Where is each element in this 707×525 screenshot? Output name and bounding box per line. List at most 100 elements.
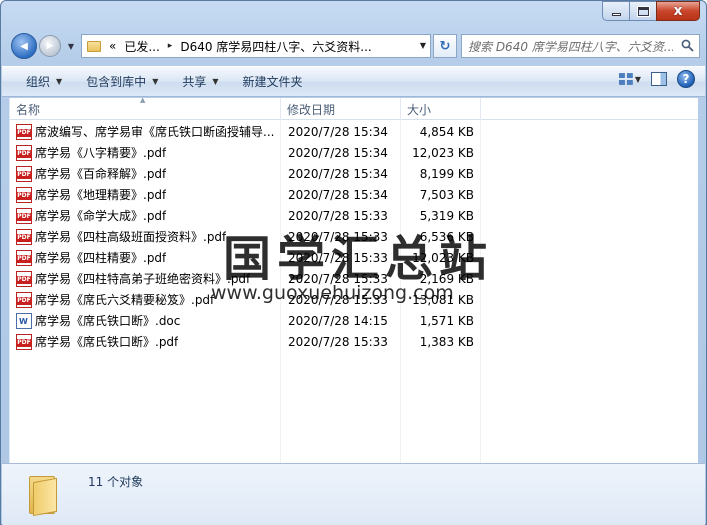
file-date: 2020/7/28 15:34 [288, 166, 388, 181]
file-date: 2020/7/28 15:33 [288, 271, 388, 286]
file-name-cell: 席学易《百命释解》.pdf [10, 165, 280, 182]
pdf-file-icon [16, 165, 32, 182]
file-name-cell: 席学易《席氏铁口断》.pdf [10, 333, 280, 350]
file-size: 1,383 KB [419, 334, 474, 349]
file-date: 2020/7/28 15:34 [288, 124, 388, 139]
refresh-button[interactable]: ↻ [433, 34, 457, 58]
recent-pages-button[interactable]: ▼ [65, 40, 77, 52]
file-name-cell: 席波编写、席学易审《席氏铁口断函授辅导... [10, 123, 280, 140]
file-date: 2020/7/28 15:33 [288, 334, 388, 349]
file-date: 2020/7/28 15:33 [288, 250, 388, 265]
file-row[interactable]: 席学易《四柱高级班面授资料》.pdf 2020/7/28 15:33 6,536 K… [10, 226, 698, 247]
address-dropdown-icon[interactable]: ▼ [420, 41, 426, 50]
word-document-icon [16, 312, 32, 329]
back-button[interactable]: ◀ [11, 33, 37, 59]
chevron-down-icon: ▼ [152, 77, 159, 86]
file-name: 席学易《四柱特高弟子班绝密资料》.pdf [35, 272, 251, 286]
preview-pane-button[interactable] [651, 72, 667, 86]
file-date: 2020/7/28 15:34 [288, 145, 388, 160]
pdf-file-icon [16, 228, 32, 245]
pdf-file-icon [16, 333, 32, 350]
include-library-label: 包含到库中 [86, 75, 147, 89]
file-size: 8,199 KB [419, 166, 474, 181]
file-name-cell: 席学易《命学大成》.pdf [10, 207, 280, 224]
minimize-icon [611, 12, 621, 16]
column-header-name[interactable]: ▲ 名称 [10, 96, 281, 120]
pdf-file-icon [16, 207, 32, 224]
file-date: 2020/7/28 15:33 [288, 292, 388, 307]
pdf-file-icon [16, 186, 32, 203]
chevron-down-icon: ▼ [67, 41, 75, 51]
maximize-button[interactable] [629, 1, 656, 21]
column-header-size[interactable]: 大小 [401, 98, 481, 120]
file-size: 5,319 KB [419, 208, 474, 223]
breadcrumb: « 已发... ▸ D640 席学易四柱八字、六爻资料... [109, 38, 372, 55]
breadcrumb-parent[interactable]: 已发... [124, 38, 159, 55]
include-in-library-menu[interactable]: 包含到库中 ▼ [74, 70, 170, 94]
organize-label: 组织 [26, 75, 51, 89]
search-icon[interactable] [681, 39, 694, 52]
back-arrow-icon: ◀ [20, 40, 28, 52]
sort-up-icon: ▲ [140, 96, 146, 104]
chevron-down-icon: ▼ [634, 74, 641, 84]
file-size: 12,023 KB [412, 250, 474, 265]
view-options-button[interactable]: ▼ [619, 70, 641, 88]
close-icon: x [673, 3, 683, 19]
help-button[interactable]: ? [677, 70, 695, 88]
pdf-file-icon [16, 144, 32, 161]
file-name-cell: 席学易《四柱高级班面授资料》.pdf [10, 228, 280, 245]
file-name-cell: 席学易《八字精要》.pdf [10, 144, 280, 161]
file-row[interactable]: 席学易《席氏六爻精要秘笈》.pdf 2020/7/28 15:33 13,081 K… [10, 289, 698, 310]
command-bar-right: ▼ ? [619, 70, 695, 88]
file-row[interactable]: 席学易《八字精要》.pdf 2020/7/28 15:34 12,023 KB [10, 142, 698, 163]
column-header-row: ▲ 名称 修改日期 大小 [10, 96, 698, 120]
close-button[interactable]: x [656, 1, 700, 21]
pdf-file-icon [16, 249, 32, 266]
new-folder-button[interactable]: 新建文件夹 [231, 70, 315, 94]
file-name: 席学易《席氏铁口断》.doc [35, 314, 181, 328]
organize-menu[interactable]: 组织 ▼ [14, 70, 74, 94]
file-row[interactable]: 席学易《命学大成》.pdf 2020/7/28 15:33 5,319 KB [10, 205, 698, 226]
file-name: 席学易《地理精要》.pdf [35, 188, 167, 202]
chevron-down-icon: ▼ [212, 77, 219, 86]
file-row[interactable]: 席学易《四柱精要》.pdf 2020/7/28 15:33 12,023 KB [10, 247, 698, 268]
breadcrumb-overflow[interactable]: « [109, 39, 116, 53]
file-name: 席学易《四柱高级班面授资料》.pdf [35, 230, 227, 244]
forward-arrow-icon: ▶ [46, 41, 54, 51]
file-name: 席学易《百命释解》.pdf [35, 167, 167, 181]
file-name: 席学易《四柱精要》.pdf [35, 251, 167, 265]
new-folder-label: 新建文件夹 [242, 75, 303, 89]
file-row[interactable]: 席学易《席氏铁口断》.pdf 2020/7/28 15:33 1,383 KB [10, 331, 698, 352]
file-row[interactable]: 席学易《席氏铁口断》.doc 2020/7/28 14:15 1,571 KB [10, 310, 698, 331]
file-name-cell: 席学易《四柱特高弟子班绝密资料》.pdf [10, 270, 280, 287]
column-header-date[interactable]: 修改日期 [281, 98, 401, 120]
file-name-cell: 席学易《席氏铁口断》.doc [10, 312, 280, 329]
breadcrumb-current[interactable]: D640 席学易四柱八字、六爻资料... [180, 38, 371, 55]
file-rows: 席波编写、席学易审《席氏铁口断函授辅导... 2020/7/28 15:34 4,8… [10, 121, 698, 352]
file-name-cell: 席学易《地理精要》.pdf [10, 186, 280, 203]
search-box[interactable]: 搜索 D640 席学易四柱八字、六爻资... [461, 34, 700, 58]
share-menu[interactable]: 共享 ▼ [170, 70, 230, 94]
file-row[interactable]: 席波编写、席学易审《席氏铁口断函授辅导... 2020/7/28 15:34 4,8… [10, 121, 698, 142]
share-label: 共享 [182, 75, 207, 89]
file-name: 席学易《命学大成》.pdf [35, 209, 167, 223]
item-count: 11 个对象 [88, 475, 144, 489]
file-row[interactable]: 席学易《百命释解》.pdf 2020/7/28 15:34 8,199 KB [10, 163, 698, 184]
view-list-icon [619, 73, 633, 85]
file-name-cell: 席学易《席氏六爻精要秘笈》.pdf [10, 291, 280, 308]
maximize-icon [636, 5, 650, 17]
file-name: 席波编写、席学易审《席氏铁口断函授辅导... [35, 125, 275, 139]
breadcrumb-separator-icon[interactable]: ▸ [168, 41, 173, 51]
forward-button[interactable]: ▶ [39, 35, 61, 57]
file-list: ▲ 名称 修改日期 大小 席波编写、席学易审《席氏铁口断函授辅导... 2020/… [9, 96, 698, 463]
file-date: 2020/7/28 15:33 [288, 208, 388, 223]
search-input[interactable]: 搜索 D640 席学易四柱八字、六爻资... [468, 38, 673, 55]
minimize-button[interactable] [602, 1, 629, 21]
explorer-window: x ◀ ▶ ▼ « 已发... ▸ D640 席学易四柱八字、六爻资料... ▼… [0, 0, 707, 525]
file-row[interactable]: 席学易《地理精要》.pdf 2020/7/28 15:34 7,503 KB [10, 184, 698, 205]
file-date: 2020/7/28 14:15 [288, 313, 388, 328]
address-bar[interactable]: « 已发... ▸ D640 席学易四柱八字、六爻资料... ▼ [81, 34, 431, 58]
file-row[interactable]: 席学易《四柱特高弟子班绝密资料》.pdf 2020/7/28 15:33 2,169… [10, 268, 698, 289]
details-pane: 11 个对象 [2, 463, 705, 525]
pdf-file-icon [16, 270, 32, 287]
